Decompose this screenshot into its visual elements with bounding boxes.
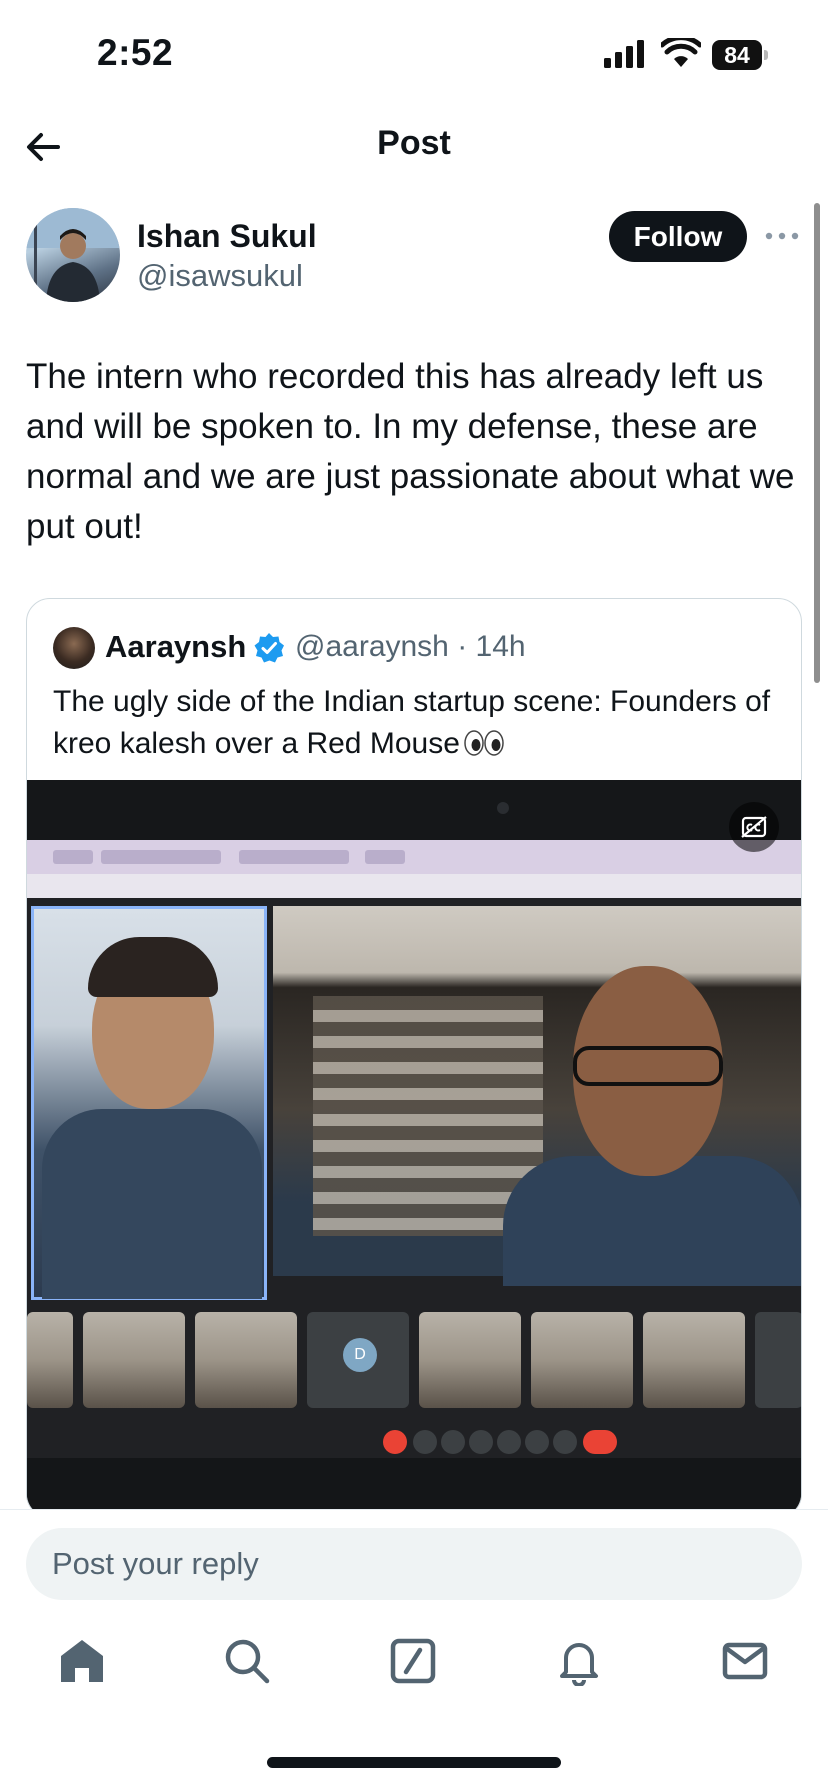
cellular-signal-icon [604, 40, 644, 68]
quoted-post-text: The ugly side of the Indian startup scen… [53, 681, 783, 765]
scrollbar[interactable] [814, 203, 820, 683]
quoted-post-meta: @aaraynsh · 14h [295, 630, 526, 663]
video-meeting-controls [383, 1428, 623, 1456]
status-time: 2:52 [97, 32, 174, 73]
messages-icon[interactable] [720, 1636, 770, 1686]
reply-input[interactable]: Post your reply [26, 1528, 802, 1600]
search-icon[interactable] [222, 1636, 272, 1686]
quoted-post-text-content: The ugly side of the Indian startup scen… [53, 685, 771, 760]
video-frame-meeting: D [27, 898, 801, 1458]
author-name[interactable]: Ishan Sukul [137, 218, 317, 255]
video-frame-browser-tabs [27, 840, 801, 874]
video-speaker-tile [273, 906, 801, 1286]
author-avatar[interactable] [26, 208, 120, 302]
video-frame-bezel [27, 780, 801, 840]
quoted-author-name[interactable]: Aaraynsh [105, 629, 246, 665]
captions-button[interactable] [729, 802, 779, 852]
notifications-icon[interactable] [554, 1636, 604, 1686]
video-participant-thumbnails: D [27, 1312, 801, 1412]
home-indicator [267, 1757, 561, 1768]
avatar-photo [26, 208, 120, 302]
video-participant-tile [31, 906, 267, 1300]
bottom-tab-bar [0, 1620, 828, 1710]
battery-level: 84 [712, 40, 762, 70]
home-icon[interactable] [57, 1636, 107, 1686]
quoted-author-avatar[interactable] [53, 627, 95, 669]
verified-badge-icon [254, 633, 284, 663]
grok-icon[interactable] [388, 1636, 438, 1686]
video-frame-url-bar [27, 874, 801, 898]
page-title: Post [377, 124, 451, 162]
post-header: Post [0, 110, 828, 184]
status-bar: 2:52 84 [0, 0, 828, 110]
more-options-icon[interactable] [764, 226, 800, 246]
post-text: The intern who recorded this has already… [26, 357, 795, 546]
eyes-emoji-icon [464, 730, 504, 756]
video-player[interactable]: D [27, 780, 801, 1517]
captions-off-icon [741, 816, 767, 838]
wifi-icon [661, 38, 701, 67]
quoted-post-card[interactable]: Aaraynsh @aaraynsh · 14h The ugly side o… [26, 598, 802, 1518]
author-handle[interactable]: @isawsukul [137, 258, 303, 294]
battery-icon: 84 [712, 40, 769, 70]
follow-button[interactable]: Follow [609, 211, 747, 262]
